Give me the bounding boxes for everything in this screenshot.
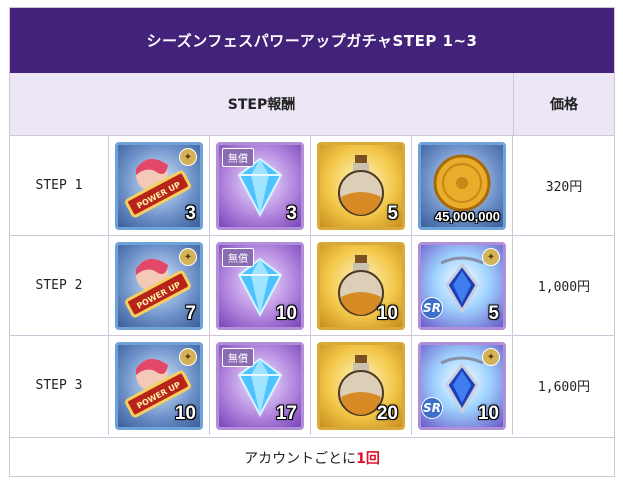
potion-icon: 20: [317, 342, 405, 430]
item-count: 5: [387, 203, 398, 224]
limit-prefix: アカウントごとに: [244, 450, 357, 467]
price-value: 1,000円: [537, 280, 591, 295]
table-row: STEP 3 POWER UP ✦ 10 無償 17 20 ✦ SR 10 1,…: [10, 335, 614, 435]
rarity-badge-icon: ✦: [482, 348, 500, 366]
item-count: 45,000,000: [434, 209, 500, 224]
item-count: 10: [174, 403, 196, 424]
reward-cell: ✦ SR 10: [412, 336, 513, 435]
gold-coin-icon: 45,000,000: [418, 142, 506, 230]
sr-pendant-icon: ✦ SR 10: [418, 342, 506, 430]
sr-badge: SR: [421, 297, 443, 319]
step-label: STEP 3: [10, 336, 109, 435]
step-label: STEP 1: [10, 136, 109, 235]
diamond-icon: 無償 3: [216, 142, 304, 230]
item-count: 10: [477, 403, 499, 424]
price-value: 320円: [545, 180, 583, 195]
power-up-ticket-icon: POWER UP ✦ 3: [115, 142, 203, 230]
reward-cell: 無償 3: [210, 136, 311, 235]
reward-cell: 45,000,000: [412, 136, 513, 235]
header-step-reward: STEP報酬: [10, 73, 514, 135]
sr-badge: SR: [421, 397, 443, 419]
reward-cell: 無償 10: [210, 236, 311, 335]
purchase-limit-note: アカウントごとに 1回: [10, 437, 614, 477]
potion-icon: 10: [317, 242, 405, 330]
step-reward-table: シーズンフェスパワーアップガチャSTEP 1~3 STEP報酬 価格 STEP …: [9, 7, 615, 477]
item-count: 17: [275, 403, 297, 424]
rarity-badge-icon: ✦: [482, 248, 500, 266]
header-price: 価格: [514, 73, 614, 135]
diamond-icon: 無償 17: [216, 342, 304, 430]
reward-cell: POWER UP ✦ 10: [109, 336, 210, 435]
power-up-badge-icon: ✦: [179, 248, 197, 266]
power-up-badge-icon: ✦: [179, 348, 197, 366]
item-count: 7: [185, 303, 196, 324]
item-count: 3: [286, 203, 297, 224]
free-tag: 無償: [222, 248, 254, 267]
table-row: STEP 2 POWER UP ✦ 7 無償 10 10 ✦ SR 5 1,00…: [10, 235, 614, 335]
item-count: 10: [376, 303, 398, 324]
free-tag: 無償: [222, 348, 254, 367]
power-up-ticket-icon: POWER UP ✦ 7: [115, 242, 203, 330]
table-title: シーズンフェスパワーアップガチャSTEP 1~3: [10, 8, 614, 73]
limit-count: 1回: [356, 450, 380, 467]
sr-pendant-icon: ✦ SR 5: [418, 242, 506, 330]
item-count: 3: [185, 203, 196, 224]
reward-cell: POWER UP ✦ 3: [109, 136, 210, 235]
item-count: 5: [488, 303, 499, 324]
reward-cell: ✦ SR 5: [412, 236, 513, 335]
diamond-icon: 無償 10: [216, 242, 304, 330]
reward-cell: 10: [311, 236, 412, 335]
reward-cell: 5: [311, 136, 412, 235]
potion-icon: 5: [317, 142, 405, 230]
reward-cell: 20: [311, 336, 412, 435]
step-label: STEP 2: [10, 236, 109, 335]
reward-cell: POWER UP ✦ 7: [109, 236, 210, 335]
free-tag: 無償: [222, 148, 254, 167]
item-count: 20: [376, 403, 398, 424]
power-up-ticket-icon: POWER UP ✦ 10: [115, 342, 203, 430]
item-count: 10: [275, 303, 297, 324]
reward-cell: 無償 17: [210, 336, 311, 435]
price-value: 1,600円: [537, 380, 591, 395]
table-row: STEP 1 POWER UP ✦ 3 無償 3 5 45,000,000 32…: [10, 135, 614, 235]
power-up-badge-icon: ✦: [179, 148, 197, 166]
